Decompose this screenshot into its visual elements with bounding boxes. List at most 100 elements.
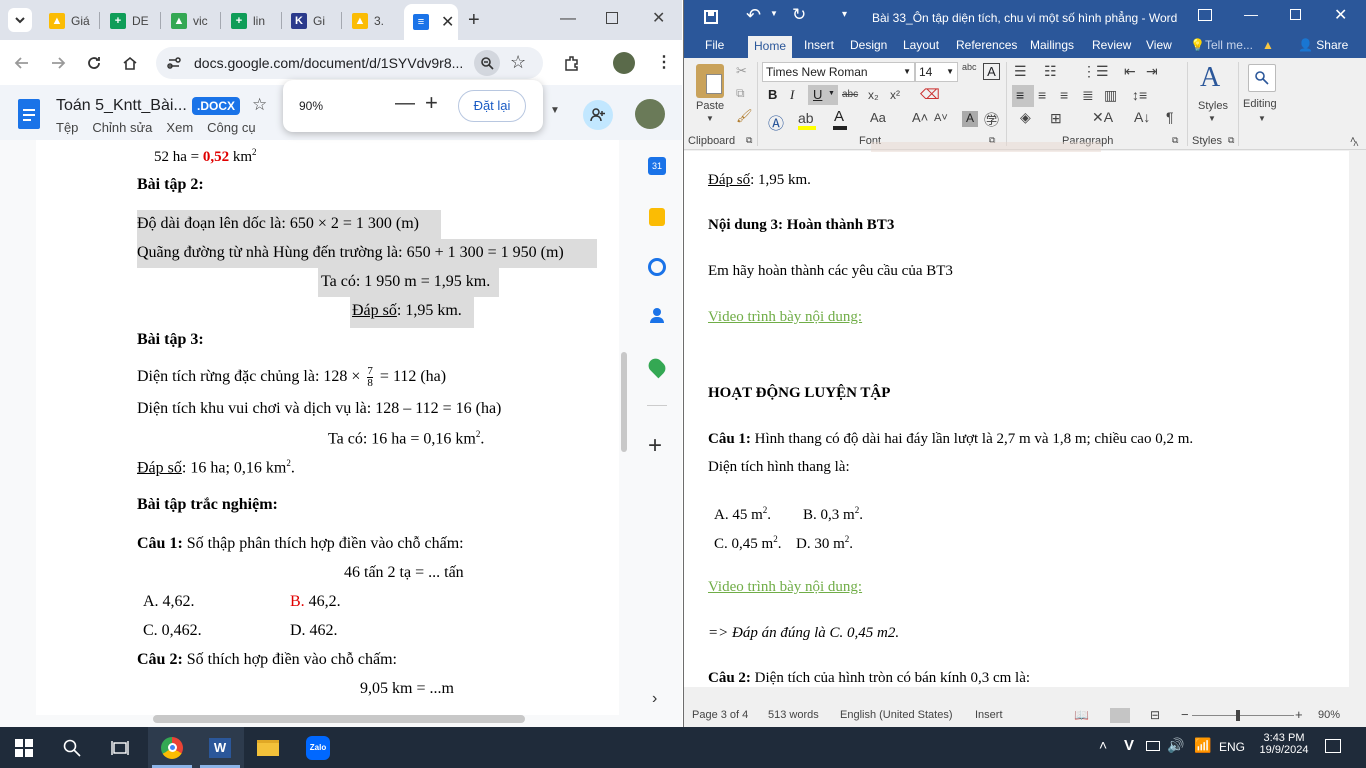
paste-dropdown-icon[interactable]: ▼	[706, 114, 714, 123]
close-tab-icon[interactable]: ✕	[441, 12, 454, 32]
tab-search-button[interactable]	[8, 8, 32, 32]
borders-icon[interactable]: ⊞	[1050, 110, 1062, 127]
search-button[interactable]	[48, 727, 96, 768]
tab-design[interactable]: Design	[850, 38, 887, 52]
styles-button[interactable]: Styles	[1198, 100, 1228, 112]
justify-icon[interactable]: ≣	[1082, 87, 1094, 104]
zoom-reset-button[interactable]: Đặt lại	[458, 90, 526, 122]
menu-view[interactable]: Xem	[166, 120, 193, 135]
status-language[interactable]: English (United States)	[840, 709, 953, 721]
show-marks-icon[interactable]: ¶	[1166, 109, 1174, 125]
address-bar[interactable]: docs.google.com/document/d/1SYVdv9r8... …	[156, 47, 543, 79]
home-icon[interactable]	[118, 51, 142, 75]
vertical-scrollbar[interactable]	[621, 352, 627, 452]
menu-file[interactable]: Tệp	[56, 120, 78, 135]
char-shading-icon[interactable]: A	[962, 111, 978, 127]
notification-icon[interactable]	[1325, 739, 1341, 753]
change-case-aa-icon[interactable]: Aa	[870, 110, 886, 125]
shrink-font-icon[interactable]: A˅	[934, 112, 948, 124]
tab-layout[interactable]: Layout	[903, 38, 939, 52]
taskbar-explorer[interactable]	[244, 727, 292, 768]
status-mode[interactable]: Insert	[975, 709, 1003, 721]
doc-title[interactable]: Toán 5_Kntt_Bài...	[56, 97, 187, 115]
zoom-slider[interactable]	[1192, 715, 1294, 716]
paste-button[interactable]: Paste	[696, 100, 724, 112]
subscript-icon[interactable]: x₂	[868, 88, 879, 102]
undo-dropdown-icon[interactable]: ▼	[770, 9, 778, 18]
numbering-icon[interactable]: ☷	[1044, 63, 1057, 80]
underline-button[interactable]: U ▼	[808, 85, 838, 105]
char-border-icon[interactable]: A	[983, 63, 1000, 80]
bold-icon[interactable]: B	[768, 87, 777, 102]
align-left-icon[interactable]: ≡	[1012, 85, 1034, 107]
zoom-indicator-icon[interactable]	[474, 50, 500, 76]
superscript-icon[interactable]: x²	[890, 88, 900, 102]
align-center-icon[interactable]: ≡	[1038, 87, 1046, 103]
save-icon[interactable]	[704, 10, 718, 24]
text-effects-icon[interactable]: Ⓐ	[768, 110, 784, 134]
font-color-icon[interactable]: A	[834, 108, 844, 125]
qat-customize-icon[interactable]: ▾	[842, 9, 847, 20]
tray-overflow-icon[interactable]: ˄	[1099, 737, 1107, 753]
shading-icon[interactable]: ◈	[1020, 109, 1031, 126]
clear-format-icon[interactable]: ⌫	[920, 86, 940, 103]
print-layout-icon[interactable]	[1110, 708, 1130, 723]
tab-5[interactable]: ▲ 3.	[343, 7, 401, 34]
wifi-icon[interactable]: 📶	[1194, 737, 1211, 754]
profile-avatar[interactable]	[613, 52, 635, 74]
word-close-icon[interactable]: ✕	[1334, 5, 1347, 25]
tab-view[interactable]: View	[1146, 38, 1172, 52]
account-avatar[interactable]	[635, 99, 665, 129]
status-zoom[interactable]: 90%	[1318, 709, 1340, 721]
tasks-icon[interactable]	[648, 258, 666, 276]
tab-file[interactable]: File	[705, 38, 724, 52]
tab-0[interactable]: ▲ Giá	[40, 7, 98, 34]
word-vertical-scrollbar[interactable]: ˄	[1349, 139, 1366, 705]
read-mode-icon[interactable]: 📖	[1074, 708, 1089, 722]
menu-edit[interactable]: Chỉnh sửa	[92, 120, 152, 135]
tab-mailings[interactable]: Mailings	[1030, 38, 1074, 52]
styles-icon[interactable]: A	[1200, 62, 1220, 94]
back-icon[interactable]	[10, 51, 34, 75]
cut-icon[interactable]: ✂	[736, 63, 747, 79]
scroll-up-icon[interactable]: ˄	[1353, 139, 1359, 150]
change-case-icon[interactable]: abc	[962, 62, 977, 72]
zoom-out-word-icon[interactable]: −	[1181, 707, 1189, 722]
paste-icon[interactable]	[696, 64, 724, 98]
extensions-icon[interactable]	[560, 51, 584, 75]
warning-icon[interactable]: ▲	[1262, 38, 1274, 52]
font-name-select[interactable]: Times New Roman ▼	[762, 62, 915, 82]
increase-indent-icon[interactable]: ⇥	[1146, 63, 1158, 80]
horizontal-scrollbar[interactable]	[153, 715, 525, 723]
url-text[interactable]: docs.google.com/document/d/1SYVdv9r8...	[194, 55, 463, 71]
tab-1[interactable]: + DE	[101, 7, 159, 34]
tab-2[interactable]: ▲ vic	[162, 7, 220, 34]
taskbar-zalo[interactable]: Zalo	[294, 727, 342, 768]
tab-4[interactable]: K Gi	[282, 7, 340, 34]
reload-icon[interactable]	[82, 51, 106, 75]
styles-dropdown-icon[interactable]: ▼	[1208, 114, 1216, 123]
expand-panel-icon[interactable]: ›	[652, 690, 657, 708]
dropdown-arrow-icon[interactable]: ▼	[550, 105, 560, 116]
maps-icon[interactable]	[645, 355, 669, 379]
decrease-indent-icon[interactable]: ⇤	[1124, 63, 1136, 80]
format-painter-icon[interactable]: 🖌	[736, 108, 753, 124]
taskbar-chrome[interactable]	[148, 727, 196, 768]
tab-references[interactable]: References	[956, 38, 1017, 52]
minimize-icon[interactable]: —	[560, 10, 576, 28]
add-addon-icon[interactable]: +	[648, 432, 662, 460]
word-link-video-2[interactable]: Video trình bày nội dung:	[708, 579, 862, 596]
align-right-icon[interactable]: ≡	[1060, 87, 1068, 103]
distributed-icon[interactable]: ▥	[1104, 87, 1117, 104]
share-button[interactable]: 👤 Share	[1298, 38, 1348, 52]
redo-icon[interactable]: ↻	[792, 5, 806, 25]
italic-icon[interactable]: I	[790, 87, 794, 103]
zoom-in-icon[interactable]: +	[425, 90, 438, 116]
clipboard-launcher-icon[interactable]: ⧉	[746, 135, 752, 146]
status-words[interactable]: 513 words	[768, 709, 819, 721]
enclose-char-icon[interactable]: ㊫	[984, 109, 999, 130]
menu-tools[interactable]: Công cụ	[207, 120, 255, 135]
contacts-icon[interactable]	[650, 308, 664, 324]
close-window-icon[interactable]: ✕	[652, 8, 665, 28]
grow-font-icon[interactable]: A˄	[912, 110, 928, 125]
